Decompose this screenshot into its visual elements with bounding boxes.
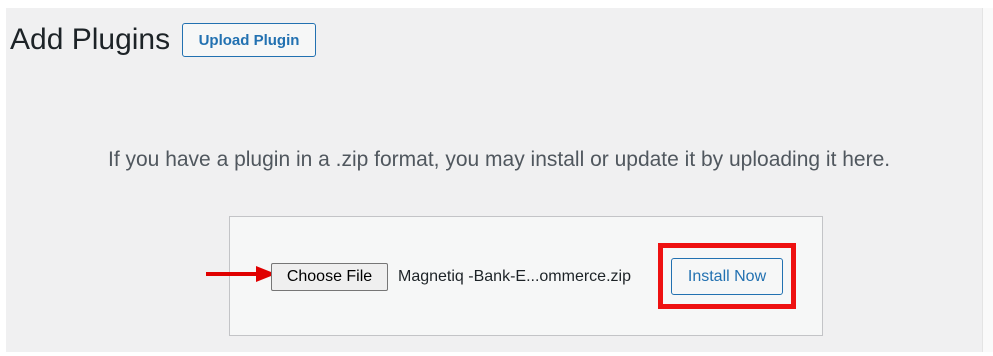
install-now-button[interactable]: Install Now bbox=[671, 258, 783, 295]
upload-help-text: If you have a plugin in a .zip format, y… bbox=[108, 148, 891, 171]
scrollbar-strip[interactable] bbox=[982, 8, 993, 352]
page-title: Add Plugins bbox=[10, 23, 171, 56]
selected-file-name: Magnetiq -Bank-E...ommerce.zip bbox=[398, 268, 631, 285]
choose-file-button[interactable]: Choose File bbox=[271, 263, 388, 291]
red-arrow-right-icon bbox=[206, 266, 276, 282]
upload-plugin-button[interactable]: Upload Plugin bbox=[182, 23, 316, 57]
